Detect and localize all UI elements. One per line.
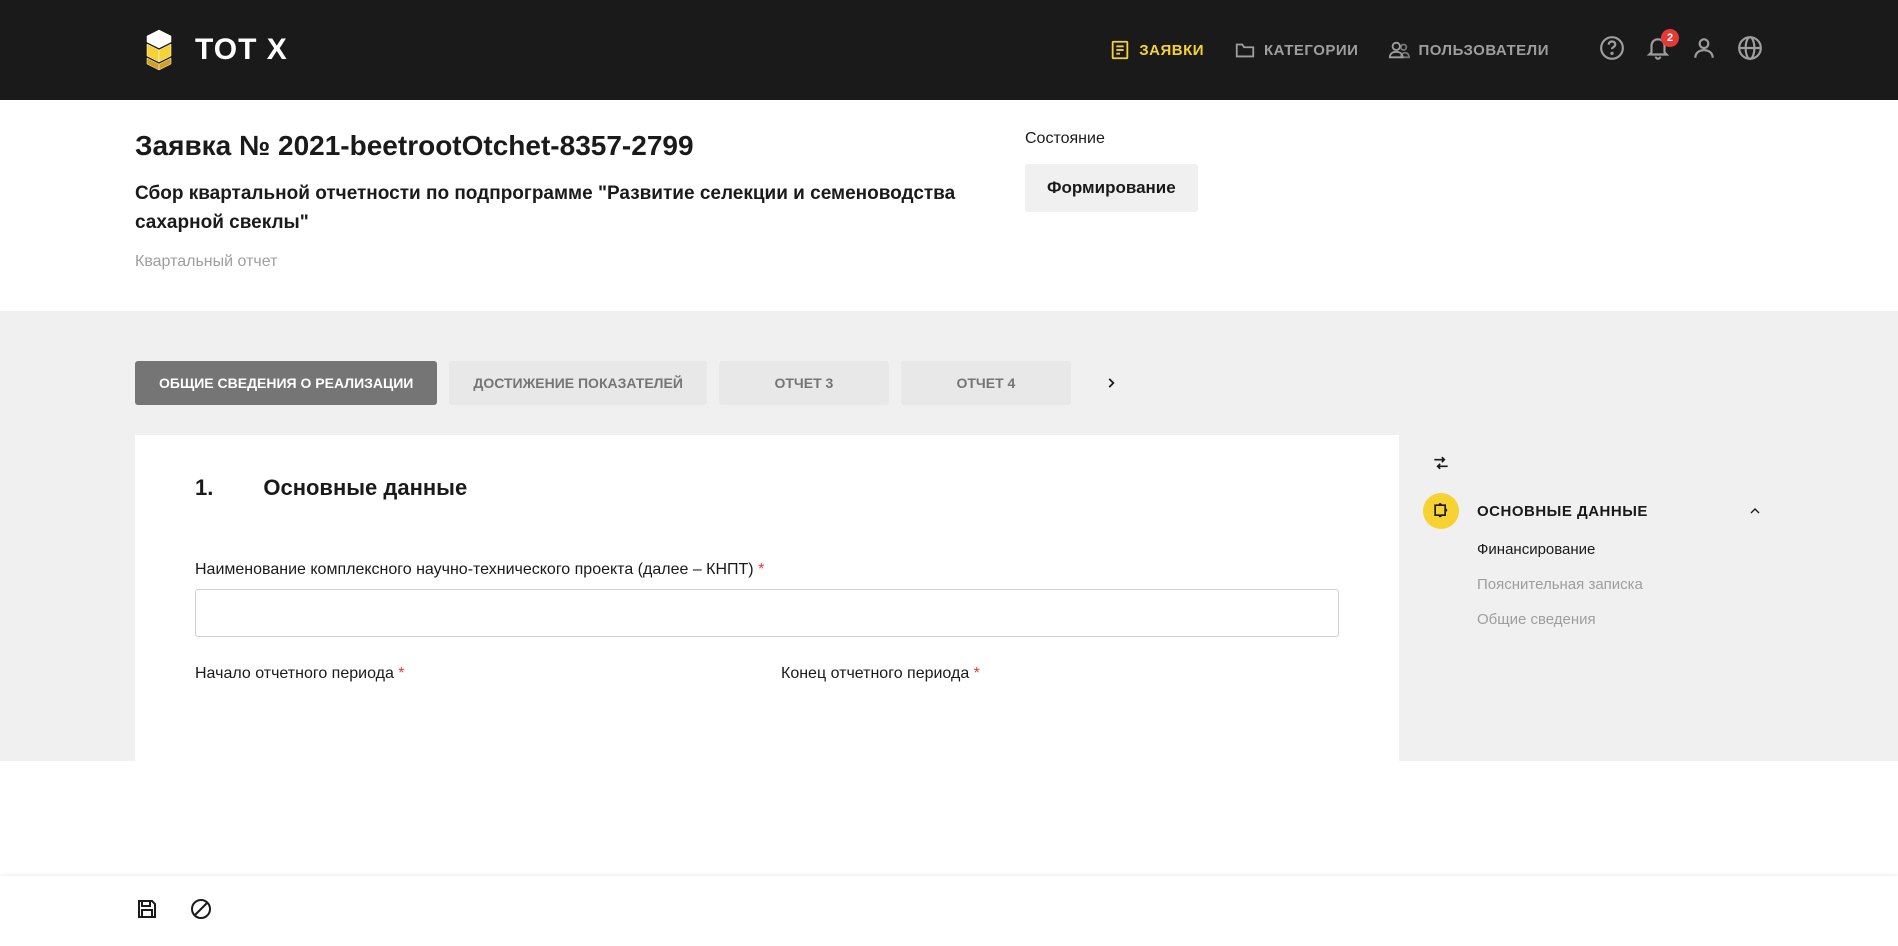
help-icon xyxy=(1599,35,1625,61)
section-title: Основные данные xyxy=(263,475,467,501)
tab-general-info[interactable]: ОБЩИЕ СВЕДЕНИЯ О РЕАЛИЗАЦИИ xyxy=(135,361,437,405)
status-label: Состояние xyxy=(1025,130,1305,148)
swap-icon xyxy=(1431,453,1451,473)
page-meta: Квартальный отчет xyxy=(135,253,985,271)
logo-text: TOT X xyxy=(195,33,288,67)
status-chip: Формирование xyxy=(1025,164,1198,212)
nav-users[interactable]: ПОЛЬЗОВАТЕЛИ xyxy=(1388,39,1549,61)
section-number: 1. xyxy=(195,475,213,501)
notifications-button[interactable]: 2 xyxy=(1645,35,1671,66)
tab-report-4[interactable]: ОТЧЕТ 4 xyxy=(901,361,1071,405)
field-project-name-label: Наименование комплексного научно-техниче… xyxy=(195,561,1339,579)
users-icon xyxy=(1388,39,1410,61)
save-button[interactable] xyxy=(135,897,159,926)
tab-report-3[interactable]: ОТЧЕТ 3 xyxy=(719,361,889,405)
app-header: TOT X ЗАЯВКИ КАТЕГОРИИ ПОЛЬЗОВАТЕЛИ 2 xyxy=(0,0,1898,100)
field-period-start-label: Начало отчетного периода * xyxy=(195,665,753,683)
help-button[interactable] xyxy=(1599,35,1625,66)
folder-icon xyxy=(1234,39,1256,61)
logo-icon xyxy=(135,26,183,74)
cancel-button[interactable] xyxy=(189,897,213,926)
side-nav-general-info[interactable]: Общие сведения xyxy=(1477,611,1763,628)
page-title: Заявка № 2021-beetrootOtchet-8357-2799 xyxy=(135,130,985,162)
field-project-name-input[interactable] xyxy=(195,589,1339,637)
save-icon xyxy=(135,897,159,921)
notification-badge: 2 xyxy=(1661,29,1679,47)
person-icon xyxy=(1691,35,1717,61)
nav-categories[interactable]: КАТЕГОРИИ xyxy=(1234,39,1358,61)
tabs-container: ОБЩИЕ СВЕДЕНИЯ О РЕАЛИЗАЦИИ ДОСТИЖЕНИЕ П… xyxy=(0,311,1898,405)
tab-indicators[interactable]: ДОСТИЖЕНИЕ ПОКАЗАТЕЛЕЙ xyxy=(449,361,707,405)
logo[interactable]: TOT X xyxy=(135,26,288,74)
globe-icon xyxy=(1737,35,1763,61)
tabs-next-button[interactable] xyxy=(1091,363,1131,403)
side-nav-toggle-row[interactable] xyxy=(1423,445,1763,481)
bottom-toolbar xyxy=(0,876,1898,946)
title-section: Заявка № 2021-beetrootOtchet-8357-2799 С… xyxy=(0,100,1898,311)
page-subtitle: Сбор квартальной отчетности по подпрогра… xyxy=(135,180,985,237)
chevron-right-icon xyxy=(1104,376,1118,390)
cancel-icon xyxy=(189,897,213,921)
puzzle-icon xyxy=(1431,501,1451,521)
profile-button[interactable] xyxy=(1691,35,1717,66)
side-nav-main-data[interactable]: ОСНОВНЫЕ ДАННЫЕ xyxy=(1423,493,1763,529)
field-period-end-label: Конец отчетного периода * xyxy=(781,665,1339,683)
side-nav-financing[interactable]: Финансирование xyxy=(1477,541,1763,558)
side-nav-explanatory[interactable]: Пояснительная записка xyxy=(1477,576,1763,593)
content-area: 1. Основные данные Наименование комплекс… xyxy=(0,405,1898,761)
list-icon xyxy=(1109,39,1131,61)
side-navigation: ОСНОВНЫЕ ДАННЫЕ Финансирование Пояснител… xyxy=(1423,435,1763,761)
form-panel: 1. Основные данные Наименование комплекс… xyxy=(135,435,1399,761)
main-nav: ЗАЯВКИ КАТЕГОРИИ ПОЛЬЗОВАТЕЛИ 2 xyxy=(1109,35,1763,66)
nav-applications[interactable]: ЗАЯВКИ xyxy=(1109,39,1204,61)
language-button[interactable] xyxy=(1737,35,1763,66)
chevron-up-icon xyxy=(1747,503,1763,519)
